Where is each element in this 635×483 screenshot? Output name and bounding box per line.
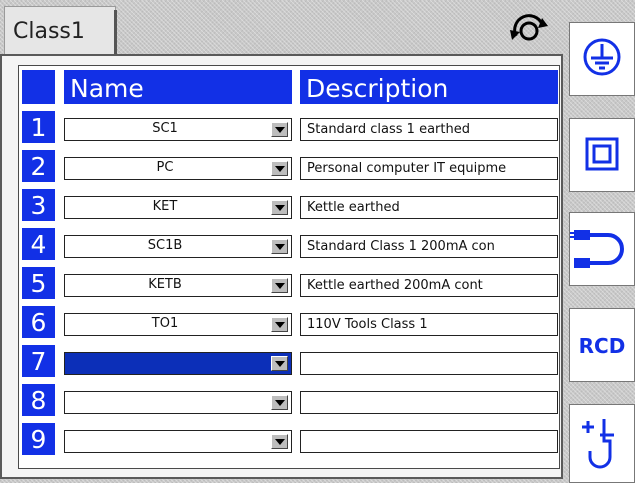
class-2-double-square-icon (585, 137, 619, 171)
rcd-test-button[interactable]: RCD (569, 308, 635, 382)
chevron-down-icon[interactable] (271, 239, 288, 254)
description-field[interactable]: Standard class 1 earthed (300, 118, 558, 141)
name-dropdown[interactable]: KETB (64, 274, 292, 297)
add-probe-button[interactable] (569, 404, 635, 483)
name-value (65, 353, 265, 374)
rcd-icon: RCD (578, 334, 626, 358)
description-field[interactable]: Kettle earthed (300, 196, 558, 219)
iec-lead-icon (570, 230, 624, 268)
name-value (65, 431, 265, 452)
description-field[interactable]: Personal computer IT equipme (300, 157, 558, 180)
chevron-down-icon[interactable] (271, 395, 288, 410)
row-number: 4 (22, 228, 55, 260)
description-column-header: Description (300, 70, 558, 104)
class-2-test-button[interactable] (569, 118, 635, 192)
chevron-down-icon[interactable] (271, 356, 288, 371)
row-number: 1 (22, 111, 55, 143)
description-field[interactable] (300, 391, 558, 414)
tab-label: Class1 (13, 19, 85, 44)
chevron-down-icon[interactable] (271, 317, 288, 332)
name-dropdown[interactable] (64, 391, 292, 414)
row-number: 6 (22, 306, 55, 338)
description-field[interactable] (300, 430, 558, 453)
name-dropdown[interactable]: SC1 (64, 118, 292, 141)
name-dropdown[interactable]: KET (64, 196, 292, 219)
name-dropdown[interactable] (64, 352, 292, 375)
name-column-header: Name (64, 70, 292, 104)
class-table-panel: Name Description 1 SC1 Standard class 1 … (0, 54, 563, 479)
chevron-down-icon[interactable] (271, 200, 288, 215)
name-value: SC1B (147, 238, 183, 253)
chevron-down-icon[interactable] (271, 278, 288, 293)
name-value: KET (152, 199, 178, 214)
row-number: 3 (22, 189, 55, 221)
earth-ground-icon (583, 38, 621, 76)
name-value: PC (156, 160, 174, 175)
chevron-down-icon[interactable] (271, 434, 288, 449)
name-value (65, 392, 265, 413)
row-number: 5 (22, 267, 55, 299)
tab-divider (114, 10, 117, 56)
refresh-icon[interactable] (506, 14, 552, 44)
tab-class1[interactable]: Class1 (4, 6, 116, 56)
name-dropdown[interactable]: SC1B (64, 235, 292, 258)
name-dropdown[interactable]: PC (64, 157, 292, 180)
name-dropdown[interactable]: TO1 (64, 313, 292, 336)
name-value: KETB (148, 277, 182, 292)
description-field[interactable]: 110V Tools Class 1 (300, 313, 558, 336)
name-dropdown[interactable] (64, 430, 292, 453)
earth-test-button[interactable] (569, 22, 635, 96)
row-number: 2 (22, 150, 55, 182)
add-probe-icon (582, 419, 614, 469)
description-field[interactable] (300, 352, 558, 375)
row-number: 7 (22, 345, 55, 377)
iec-lead-test-button[interactable] (569, 212, 635, 286)
header-corner (22, 70, 55, 104)
row-number: 9 (22, 423, 55, 455)
name-value: SC1 (152, 121, 178, 136)
row-number: 8 (22, 384, 55, 416)
chevron-down-icon[interactable] (271, 122, 288, 137)
description-field[interactable]: Kettle earthed 200mA cont (300, 274, 558, 297)
description-field[interactable]: Standard Class 1 200mA con (300, 235, 558, 258)
name-value: TO1 (151, 316, 179, 331)
chevron-down-icon[interactable] (271, 161, 288, 176)
